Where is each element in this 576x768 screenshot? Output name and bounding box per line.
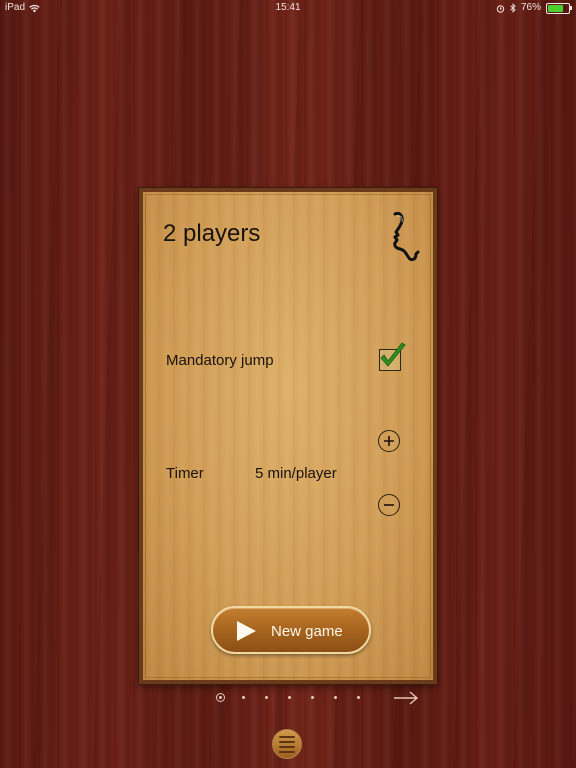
menu-icon-line xyxy=(279,745,295,748)
arrow-right-icon[interactable] xyxy=(393,690,419,706)
page-dot[interactable] xyxy=(311,696,314,699)
timer-label: Timer xyxy=(166,465,204,482)
page-dot[interactable] xyxy=(288,696,291,699)
menu-button[interactable] xyxy=(272,729,302,759)
game-settings-card: 2 players Mandatory jump Timer 5 min/pla… xyxy=(139,188,437,684)
page-dot[interactable] xyxy=(334,696,337,699)
page-dot[interactable] xyxy=(357,696,360,699)
timer-decrease-button[interactable] xyxy=(378,494,400,516)
new-game-label: New game xyxy=(271,623,343,640)
menu-icon-line xyxy=(279,740,295,743)
profile-head-icon[interactable] xyxy=(383,208,427,264)
battery-level xyxy=(548,4,564,12)
play-icon xyxy=(237,621,256,641)
minus-icon xyxy=(384,504,394,506)
status-bar-right: 76% xyxy=(496,0,572,16)
alarm-icon xyxy=(496,4,505,13)
status-time: 15:41 xyxy=(275,2,301,13)
plus-icon xyxy=(384,436,394,446)
battery-percent: 76% xyxy=(520,2,541,13)
bluetooth-icon xyxy=(510,3,516,13)
timer-increase-button[interactable] xyxy=(378,430,400,452)
page-dot-current[interactable] xyxy=(216,693,225,702)
status-bar: iPad 15:41 76% xyxy=(0,0,576,16)
page-dot[interactable] xyxy=(265,696,268,699)
page-dot[interactable] xyxy=(242,696,245,699)
card-title: 2 players xyxy=(163,220,261,247)
checkmark-icon xyxy=(380,342,406,367)
battery-icon xyxy=(546,2,572,14)
new-game-button[interactable]: New game xyxy=(211,606,371,654)
menu-icon xyxy=(279,735,295,738)
menu-icon-line xyxy=(279,750,295,753)
mandatory-jump-checkbox[interactable] xyxy=(379,342,406,371)
timer-value: 5 min/player xyxy=(255,465,337,482)
mandatory-jump-label: Mandatory jump xyxy=(166,352,274,369)
